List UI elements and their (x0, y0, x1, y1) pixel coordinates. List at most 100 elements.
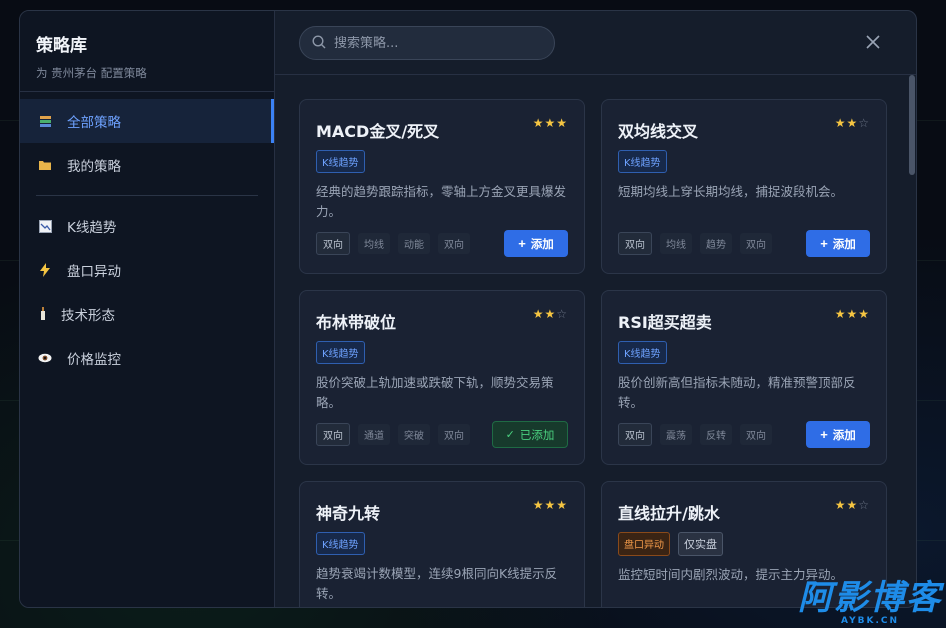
meta-tag: 双向 (438, 233, 470, 254)
card-title: 双均线交叉 (618, 122, 699, 141)
card-title: 神奇九转 (316, 504, 381, 523)
sidebar: 策略库 为 贵州茅台 配置策略 全部策略 我的策略 K线趋势 盘口异动 技术形态… (20, 11, 275, 607)
sidebar-item-label: 价格监控 (67, 352, 121, 368)
star-icon: ☆ (858, 498, 870, 512)
category-tag: K线趋势 (618, 341, 667, 364)
button-label: 添加 (832, 429, 856, 442)
add-button[interactable]: + 添加 (806, 421, 870, 448)
card-description: 趋势衰竭计数模型，连续9根同向K线提示反转。 (316, 566, 558, 601)
top-bar (275, 11, 916, 75)
sidebar-item-label: 盘口异动 (67, 264, 121, 280)
plus-icon: + (820, 236, 828, 251)
added-button[interactable]: ✓ 已添加 (492, 421, 568, 448)
star-icon: ★ (544, 116, 557, 130)
star-icon: ★ (532, 307, 545, 321)
meta-tag: 双向 (316, 423, 350, 446)
category-tag: K线趋势 (618, 150, 667, 173)
meta-tag: 均线 (660, 233, 692, 254)
star-icon: ★ (556, 116, 568, 130)
card-description: 经典的趋势跟踪指标，零轴上方金叉更具爆发力。 (316, 184, 567, 219)
watermark-text: 阿影博客 (798, 578, 942, 618)
rating-stars: ★★★ (533, 116, 568, 130)
plus-icon: + (518, 236, 526, 251)
main-panel: MACD金叉/死叉 ★★★ K线趋势 经典的趋势跟踪指标，零轴上方金叉更具爆发力… (275, 11, 916, 607)
sidebar-item-pattern[interactable]: 技术形态 (20, 292, 274, 336)
meta-tag: 双向 (740, 424, 772, 445)
sidebar-item-label: 我的策略 (67, 159, 121, 175)
rating-stars: ★★☆ (533, 307, 568, 321)
strategy-card: MACD金叉/死叉 ★★★ K线趋势 经典的趋势跟踪指标，零轴上方金叉更具爆发力… (299, 99, 585, 274)
rating-stars: ★★★ (835, 307, 870, 321)
card-tags: K线趋势 (316, 150, 568, 173)
meta-tag: 震荡 (660, 424, 692, 445)
star-icon: ★ (834, 116, 847, 130)
meta-tag: 趋势 (700, 233, 732, 254)
meta-tag: 均线 (358, 233, 390, 254)
card-title: MACD金叉/死叉 (316, 122, 440, 141)
sidebar-item-label: K线趋势 (67, 220, 117, 236)
sidebar-divider (36, 195, 258, 196)
button-label: 添加 (530, 238, 554, 251)
meta-tag: 动能 (398, 233, 430, 254)
strategy-card: 神奇九转 ★★★ K线趋势 趋势衰竭计数模型，连续9根同向K线提示反转。 (299, 481, 585, 607)
meta-tag: 反转 (700, 424, 732, 445)
card-tags: K线趋势 (618, 150, 870, 173)
strategy-card: RSI超买超卖 ★★★ K线趋势 股价创新高但指标未随动，精准预警顶部反转。 双… (601, 290, 887, 465)
modal-subtitle: 为 贵州茅台 配置策略 (36, 66, 147, 80)
books-icon (38, 114, 52, 128)
strategy-library-modal: 策略库 为 贵州茅台 配置策略 全部策略 我的策略 K线趋势 盘口异动 技术形态… (19, 10, 917, 608)
star-icon: ★ (544, 498, 557, 512)
chart-icon (38, 219, 52, 233)
star-icon: ★ (834, 498, 847, 512)
card-footer: 双向 震荡 反转 双向 + 添加 (618, 421, 870, 448)
category-tag: K线趋势 (316, 532, 365, 555)
rating-stars: ★★☆ (835, 498, 870, 512)
sidebar-item-mine[interactable]: 我的策略 (20, 143, 274, 187)
sidebar-item-label: 技术形态 (61, 308, 115, 324)
star-icon: ★ (846, 307, 859, 321)
card-tags: 盘口异动 仅实盘 (618, 532, 870, 556)
button-label: 已添加 (519, 429, 555, 442)
star-icon: ★ (858, 307, 870, 321)
search-input[interactable] (334, 35, 534, 51)
scrollbar-thumb[interactable] (909, 75, 915, 175)
meta-tag: 通道 (358, 424, 390, 445)
sidebar-item-orderbook[interactable]: 盘口异动 (20, 248, 274, 292)
strategy-card: 布林带破位 ★★☆ K线趋势 股价突破上轨加速或跌破下轨，顺势交易策略。 双向通… (299, 290, 585, 465)
add-button[interactable]: + 添加 (504, 230, 568, 257)
category-tag: 仅实盘 (678, 532, 723, 556)
card-tags: K线趋势 (316, 341, 568, 364)
meta-tag: 双向 (618, 232, 652, 255)
card-tags: K线趋势 (618, 341, 870, 364)
star-icon: ★ (556, 498, 568, 512)
card-description: 短期均线上穿长期均线，捕捉波段机会。 (618, 184, 844, 199)
meta-tag: 双向 (438, 424, 470, 445)
check-icon: ✓ (505, 429, 515, 441)
search-box[interactable] (299, 26, 555, 60)
sidebar-item-all[interactable]: 全部策略 (20, 99, 274, 143)
sidebar-item-kline[interactable]: K线趋势 (20, 204, 274, 248)
card-description: 股价突破上轨加速或跌破下轨，顺势交易策略。 (316, 375, 554, 410)
sidebar-header: 策略库 为 贵州茅台 配置策略 (20, 11, 274, 92)
card-footer: 双向 均线 趋势 双向 + 添加 (618, 230, 870, 257)
category-tag: K线趋势 (316, 150, 365, 173)
close-icon[interactable] (866, 34, 882, 50)
strategy-grid: MACD金叉/死叉 ★★★ K线趋势 经典的趋势跟踪指标，零轴上方金叉更具爆发力… (299, 99, 887, 607)
add-button[interactable]: + 添加 (806, 230, 870, 257)
meta-tag: 双向 (618, 423, 652, 446)
meta-tag: 双向 (740, 233, 772, 254)
button-label: 添加 (832, 238, 856, 251)
card-footer: 双向 通道 突破 双向 ✓ 已添加 (316, 421, 568, 448)
rating-stars: ★★★ (533, 498, 568, 512)
sidebar-nav: 全部策略 我的策略 K线趋势 盘口异动 技术形态 价格监控 (20, 92, 274, 380)
sidebar-item-price-monitor[interactable]: 价格监控 (20, 336, 274, 380)
card-tags: K线趋势 (316, 532, 568, 555)
card-description: 股价创新高但指标未随动，精准预警顶部反转。 (618, 375, 856, 410)
sidebar-item-label: 全部策略 (67, 115, 121, 131)
modal-title: 策略库 (36, 36, 87, 56)
star-icon: ★ (532, 498, 545, 512)
star-icon: ★ (846, 498, 859, 512)
meta-tag: 突破 (398, 424, 430, 445)
card-title: 直线拉升/跳水 (618, 504, 720, 523)
star-icon: ★ (544, 307, 557, 321)
